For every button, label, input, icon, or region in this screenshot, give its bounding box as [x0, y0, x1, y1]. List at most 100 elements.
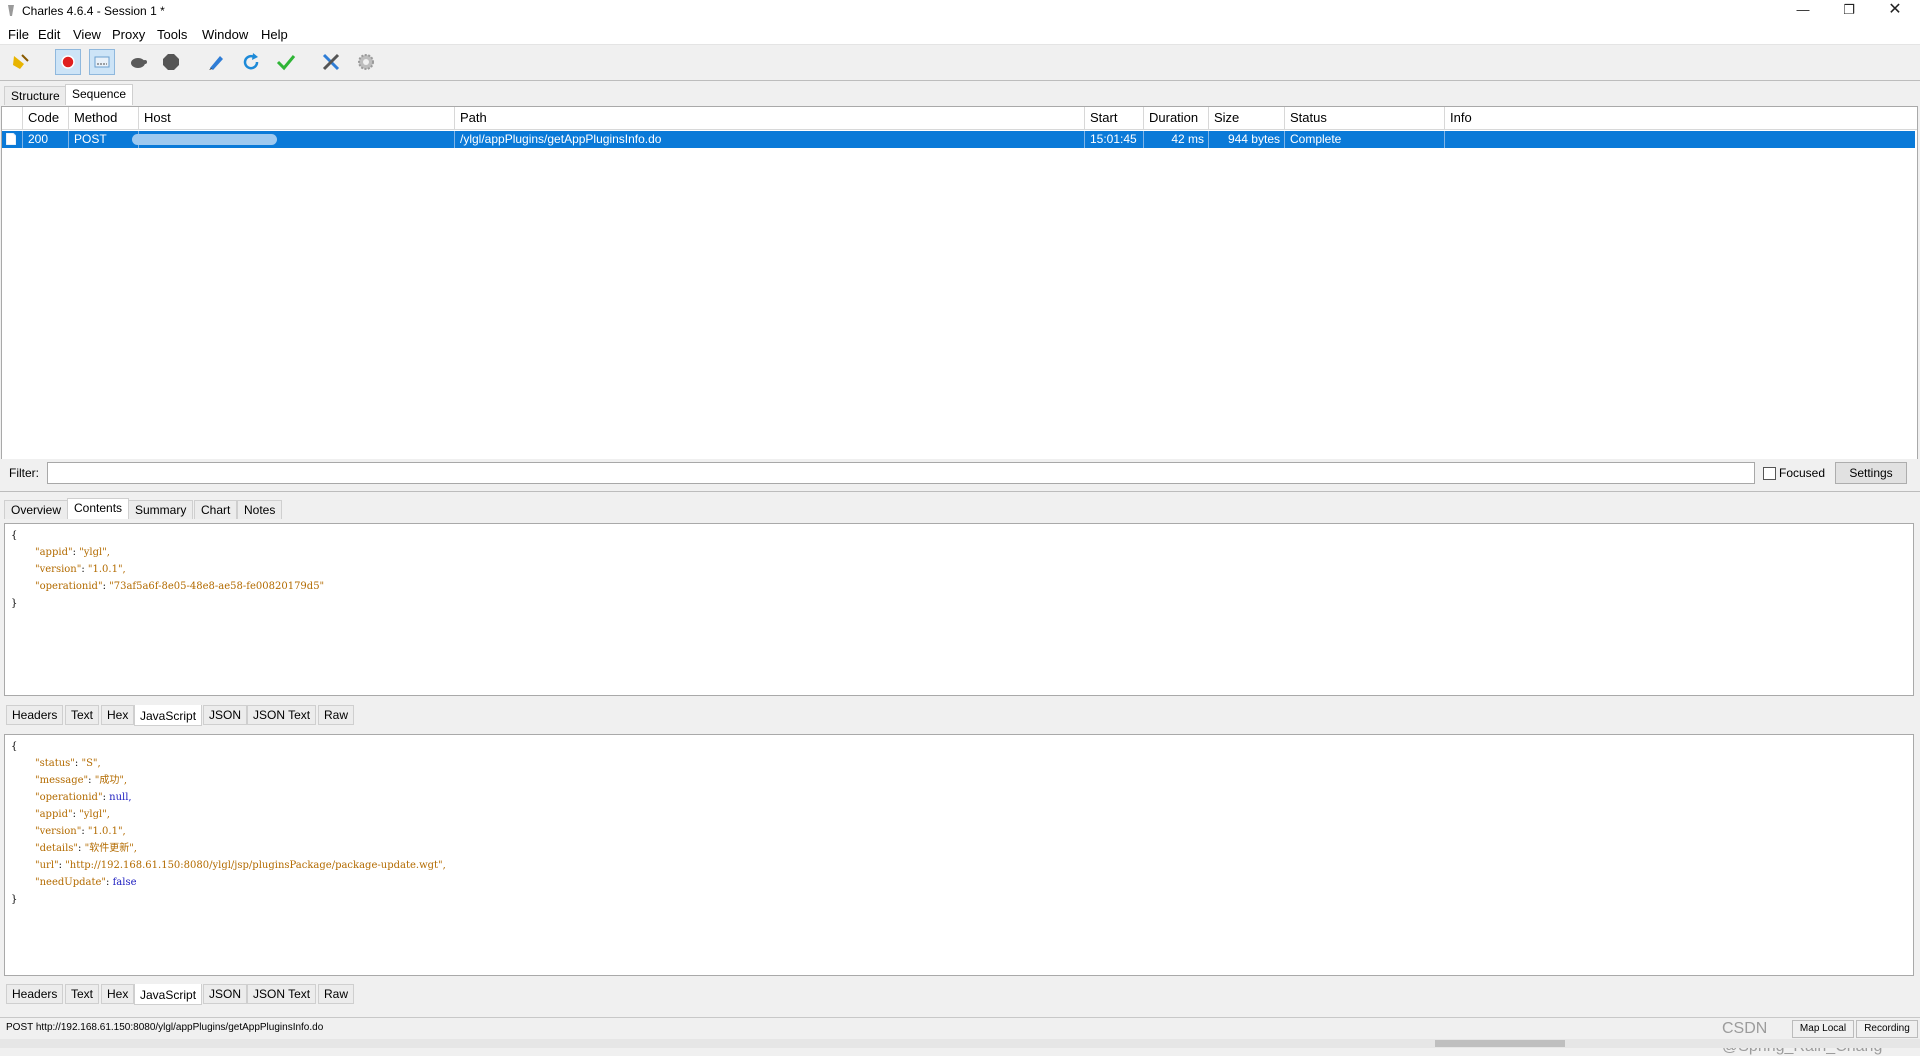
turtle-icon[interactable]: [125, 49, 151, 75]
json-key: "needUpdate": [35, 877, 107, 888]
focused-label: Focused: [1779, 466, 1826, 480]
tab-chart[interactable]: Chart: [194, 500, 238, 519]
record-icon[interactable]: [55, 49, 81, 75]
response-line: "status": "S",: [35, 758, 101, 769]
menu-proxy[interactable]: Proxy: [112, 27, 145, 42]
toolbar: [0, 45, 1920, 81]
restore-button[interactable]: ❐: [1826, 0, 1872, 22]
request-tab-raw[interactable]: Raw: [318, 705, 355, 725]
row-icon-cell: [2, 131, 23, 148]
cell-start: 15:01:45: [1085, 131, 1144, 148]
response-close-brace: }: [11, 894, 18, 905]
cell-size: 944 bytes: [1209, 131, 1285, 148]
minimize-button[interactable]: —: [1780, 0, 1826, 22]
title-bar: Charles 4.6.4 - Session 1 * — ❐ ✕: [0, 0, 1920, 22]
header-duration[interactable]: Duration: [1144, 107, 1209, 129]
repeat-icon[interactable]: [238, 49, 264, 75]
header-host[interactable]: Host: [139, 107, 455, 129]
horizontal-scrollbar[interactable]: [0, 1039, 1920, 1048]
status-text: POST http://192.168.61.150:8080/ylgl/app…: [6, 1022, 324, 1033]
broom-icon[interactable]: [8, 49, 34, 75]
tab-overview[interactable]: Overview: [4, 500, 69, 519]
menu-view[interactable]: View: [73, 27, 101, 42]
menu-edit[interactable]: Edit: [38, 27, 60, 42]
menu-bar: File Edit View Proxy Tools Window Help: [0, 22, 1920, 45]
filter-input[interactable]: [47, 462, 1755, 484]
json-key: "details": [35, 843, 79, 854]
tab-contents[interactable]: Contents: [67, 498, 130, 519]
filter-bar: Filter: Focused Settings: [0, 459, 1920, 487]
document-icon: [6, 133, 16, 145]
detail-area: Overview Contents Summary Chart Notes { …: [0, 491, 1920, 1017]
request-tab-hex[interactable]: Hex: [101, 705, 135, 725]
response-open-brace: {: [11, 741, 18, 752]
header-icon-col: [2, 107, 23, 129]
header-size[interactable]: Size: [1209, 107, 1285, 129]
json-key: "status": [35, 758, 75, 769]
cell-path: /ylgl/appPlugins/getAppPluginsInfo.do: [455, 131, 1085, 148]
json-value: "ylgl",: [79, 547, 110, 558]
request-close-brace: }: [11, 598, 18, 609]
response-tab-raw[interactable]: Raw: [318, 984, 355, 1004]
header-path[interactable]: Path: [455, 107, 1085, 129]
json-value: "73af5a6f-8e05-48e8-ae58-fe00820179d5": [109, 581, 325, 592]
response-line: "version": "1.0.1",: [35, 826, 126, 837]
menu-file[interactable]: File: [8, 27, 29, 42]
menu-window[interactable]: Window: [202, 27, 248, 42]
request-tab-json[interactable]: JSON: [203, 705, 248, 725]
json-value: "软件更新",: [84, 843, 137, 854]
request-tab-javascript[interactable]: JavaScript: [134, 705, 203, 726]
table-row[interactable]: 200 POST /ylgl/appPlugins/getAppPluginsI…: [2, 131, 1915, 148]
request-body-pane[interactable]: { "appid": "ylgl", "version": "1.0.1", "…: [4, 523, 1914, 696]
response-body-pane[interactable]: { "status": "S", "message": "成功", "opera…: [4, 734, 1914, 976]
tab-sequence[interactable]: Sequence: [65, 84, 134, 105]
json-value: "http://192.168.61.150:8080/ylgl/jsp/plu…: [65, 860, 446, 871]
response-tab-hex[interactable]: Hex: [101, 984, 135, 1004]
settings-button[interactable]: Settings: [1835, 462, 1907, 484]
request-line: "version": "1.0.1",: [35, 564, 126, 575]
json-value: "ylgl",: [79, 809, 110, 820]
response-line: "details": "软件更新",: [35, 843, 137, 854]
menu-help[interactable]: Help: [261, 27, 288, 42]
request-tab-json-text[interactable]: JSON Text: [247, 705, 317, 725]
close-button[interactable]: ✕: [1872, 0, 1918, 22]
tab-structure[interactable]: Structure: [4, 86, 67, 105]
json-key: "operationid": [35, 581, 103, 592]
response-line: "message": "成功",: [35, 775, 128, 786]
json-value: "S",: [81, 758, 101, 769]
breakpoint-icon[interactable]: [158, 49, 184, 75]
response-tab-json-text[interactable]: JSON Text: [247, 984, 317, 1004]
focused-checkbox[interactable]: [1763, 467, 1776, 480]
json-value: false: [112, 877, 137, 888]
request-line: "operationid": "73af5a6f-8e05-48e8-ae58-…: [35, 581, 325, 592]
tab-summary[interactable]: Summary: [128, 500, 194, 519]
response-tab-json[interactable]: JSON: [203, 984, 248, 1004]
charles-app-icon: [8, 5, 14, 16]
json-value: "1.0.1",: [87, 564, 126, 575]
tools-icon[interactable]: [318, 49, 344, 75]
cell-duration: 42 ms: [1144, 131, 1209, 148]
validate-icon[interactable]: [273, 49, 299, 75]
settings-gear-icon[interactable]: [353, 49, 379, 75]
response-tab-text[interactable]: Text: [65, 984, 100, 1004]
menu-tools[interactable]: Tools: [157, 27, 187, 42]
header-start[interactable]: Start: [1085, 107, 1144, 129]
header-status[interactable]: Status: [1285, 107, 1445, 129]
status-bar: POST http://192.168.61.150:8080/ylgl/app…: [0, 1017, 1920, 1039]
throttle-icon[interactable]: [89, 49, 115, 75]
header-info[interactable]: Info: [1445, 107, 1915, 129]
request-tab-text[interactable]: Text: [65, 705, 100, 725]
header-method[interactable]: Method: [69, 107, 139, 129]
json-key: "version": [35, 564, 82, 575]
tab-notes[interactable]: Notes: [237, 500, 283, 519]
response-line: "appid": "ylgl",: [35, 809, 110, 820]
header-code[interactable]: Code: [23, 107, 69, 129]
response-tab-headers[interactable]: Headers: [6, 984, 64, 1004]
compose-icon[interactable]: [203, 49, 229, 75]
json-key: "version": [35, 826, 82, 837]
json-key: "message": [35, 775, 89, 786]
horizontal-scrollbar-thumb[interactable]: [1435, 1040, 1565, 1047]
request-tab-headers[interactable]: Headers: [6, 705, 64, 725]
response-tab-javascript[interactable]: JavaScript: [134, 984, 203, 1005]
session-table: Code Method Host Path Start Duration Siz…: [1, 106, 1918, 460]
